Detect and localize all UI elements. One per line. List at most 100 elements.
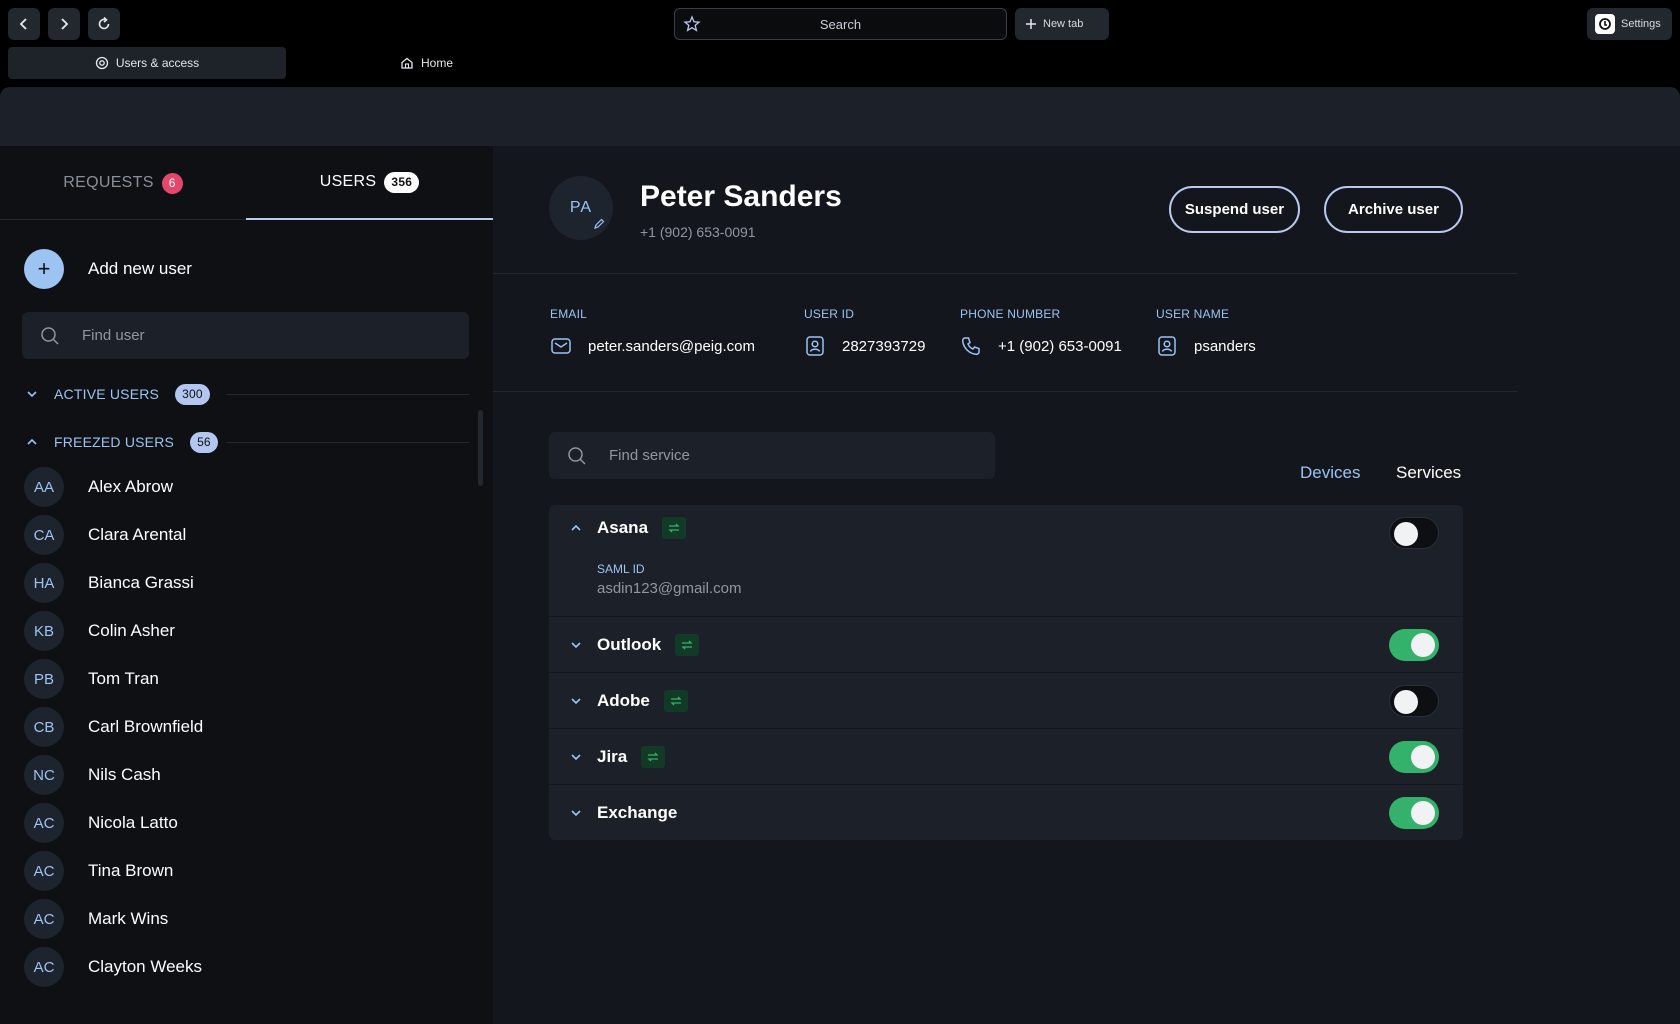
reload-icon [98,16,110,30]
sidebar-scrollbar[interactable] [478,410,483,486]
profile-avatar[interactable]: PA [549,176,613,240]
user-list-item[interactable]: KB Colin Asher [24,607,203,655]
star-icon[interactable] [683,15,701,33]
tab-users[interactable]: USERS 356 [246,146,493,220]
avatar: HA [24,563,64,603]
user-list-item[interactable]: HA Bianca Grassi [24,559,203,607]
settings-label: Settings [1621,18,1661,30]
user-list-item[interactable]: AA Alex Abrow [24,463,203,511]
new-tab-button[interactable]: New tab [1015,8,1109,40]
chevron-down-icon[interactable] [569,694,583,708]
tab-services[interactable]: Services [1396,463,1461,483]
avatar: KB [24,611,64,651]
find-user-input[interactable]: Find user [22,312,469,359]
user-list-item[interactable]: CA Clara Arental [24,511,203,559]
chevron-up-icon[interactable] [569,521,583,535]
tab-requests[interactable]: REQUESTS 6 [0,146,246,220]
avatar: PB [24,659,64,699]
service-row-jira[interactable]: Jira [549,728,1463,784]
profile-phone: +1 (902) 653-0091 [640,224,756,240]
avatar: AC [24,803,64,843]
group-freezed-users[interactable]: FREEZED USERS 56 [26,430,469,454]
settings-button[interactable]: Settings [1587,8,1672,40]
service-toggle[interactable] [1389,741,1439,773]
saml-id-value: asdin123@gmail.com [597,580,742,597]
gear-icon [95,56,108,70]
search-icon [568,446,586,465]
avatar: AC [24,851,64,891]
search-label: Search [819,16,862,32]
chevron-down-icon[interactable] [569,638,583,652]
forward-button[interactable] [48,8,80,40]
service-toggle[interactable] [1389,629,1439,661]
freezed-users-count-badge: 56 [190,431,218,453]
chevron-down-icon[interactable] [569,750,583,764]
add-new-user-button[interactable]: + Add new user [24,249,192,289]
field-user-id-label: USER ID [804,307,855,321]
user-list-item[interactable]: AC Tina Brown [24,847,203,895]
field-user-id: USER ID 2827393729 [804,307,925,357]
plus-icon [1026,19,1036,29]
user-list-item[interactable]: AC Mark Wins [24,895,203,943]
users-sidebar: REQUESTS 6 USERS 356 + Add new user Find… [0,146,493,1024]
search-icon [41,326,59,345]
sync-icon [675,633,700,656]
service-row-asana[interactable]: Asana SAML ID asdin123@gmail.com [549,505,1463,616]
field-user-name-value: psanders [1194,337,1256,355]
user-list-item[interactable]: CB Carl Brownfield [24,703,203,751]
user-name: Nicola Latto [88,813,178,832]
archive-user-button[interactable]: Archive user [1324,186,1463,233]
chevron-left-icon [19,18,27,30]
reload-button[interactable] [88,8,120,40]
suspend-user-button[interactable]: Suspend user [1169,186,1300,233]
user-detail-panel: PA Peter Sanders +1 (902) 653-0091 Suspe… [493,146,1680,1024]
service-row-adobe[interactable]: Adobe [549,672,1463,728]
mail-icon [551,338,571,354]
user-name: Nils Cash [88,765,161,784]
group-active-users-label: ACTIVE USERS [54,386,160,402]
field-user-name-label: USER NAME [1156,307,1230,321]
tab-home-label: Home [421,56,454,70]
id-card-icon [806,336,824,356]
user-list-item[interactable]: AC Clayton Weeks [24,943,203,991]
user-list-item[interactable]: PB Tom Tran [24,655,203,703]
avatar: AC [24,899,64,939]
field-email-label: EMAIL [550,307,588,321]
service-row-outlook[interactable]: Outlook [549,616,1463,672]
home-icon [401,57,413,69]
tab-users-label: USERS [319,173,377,190]
tab-users-access[interactable]: Users & access [8,47,286,79]
group-active-users[interactable]: ACTIVE USERS 300 [26,382,469,406]
group-divider [226,394,469,395]
pencil-icon[interactable] [593,218,605,230]
avatar: NC [24,755,64,795]
user-list-item[interactable]: AC Nicola Latto [24,799,203,847]
service-toggle[interactable] [1389,517,1439,549]
field-user-name: USER NAME psanders [1156,307,1256,357]
find-service-input[interactable]: Find service [549,432,995,479]
user-name: Colin Asher [88,621,175,640]
user-name: Clara Arental [88,525,187,544]
user-name: Clayton Weeks [88,957,203,976]
chevron-down-icon[interactable] [569,806,583,820]
chevron-up-icon [27,438,37,445]
user-name: Tina Brown [88,861,174,880]
requests-count-badge: 6 [161,172,183,194]
user-name: Bianca Grassi [88,573,194,592]
sync-icon [641,745,666,768]
user-name: Alex Abrow [88,477,174,496]
user-list-item[interactable]: NC Nils Cash [24,751,203,799]
service-toggle[interactable] [1389,685,1439,717]
tab-home[interactable]: Home [400,47,453,79]
add-new-user-label: Add new user [88,259,192,278]
service-row-exchange[interactable]: Exchange [549,784,1463,840]
avatar: CB [24,707,64,747]
plus-icon: + [24,249,64,289]
field-email-value: peter.sanders@peig.com [588,337,755,355]
user-card-icon [1158,336,1176,356]
address-search-bar[interactable]: Search [674,8,1007,40]
back-button[interactable] [8,8,40,40]
service-toggle[interactable] [1389,797,1439,829]
avatar: CA [24,515,64,555]
tab-devices[interactable]: Devices [1300,463,1360,483]
